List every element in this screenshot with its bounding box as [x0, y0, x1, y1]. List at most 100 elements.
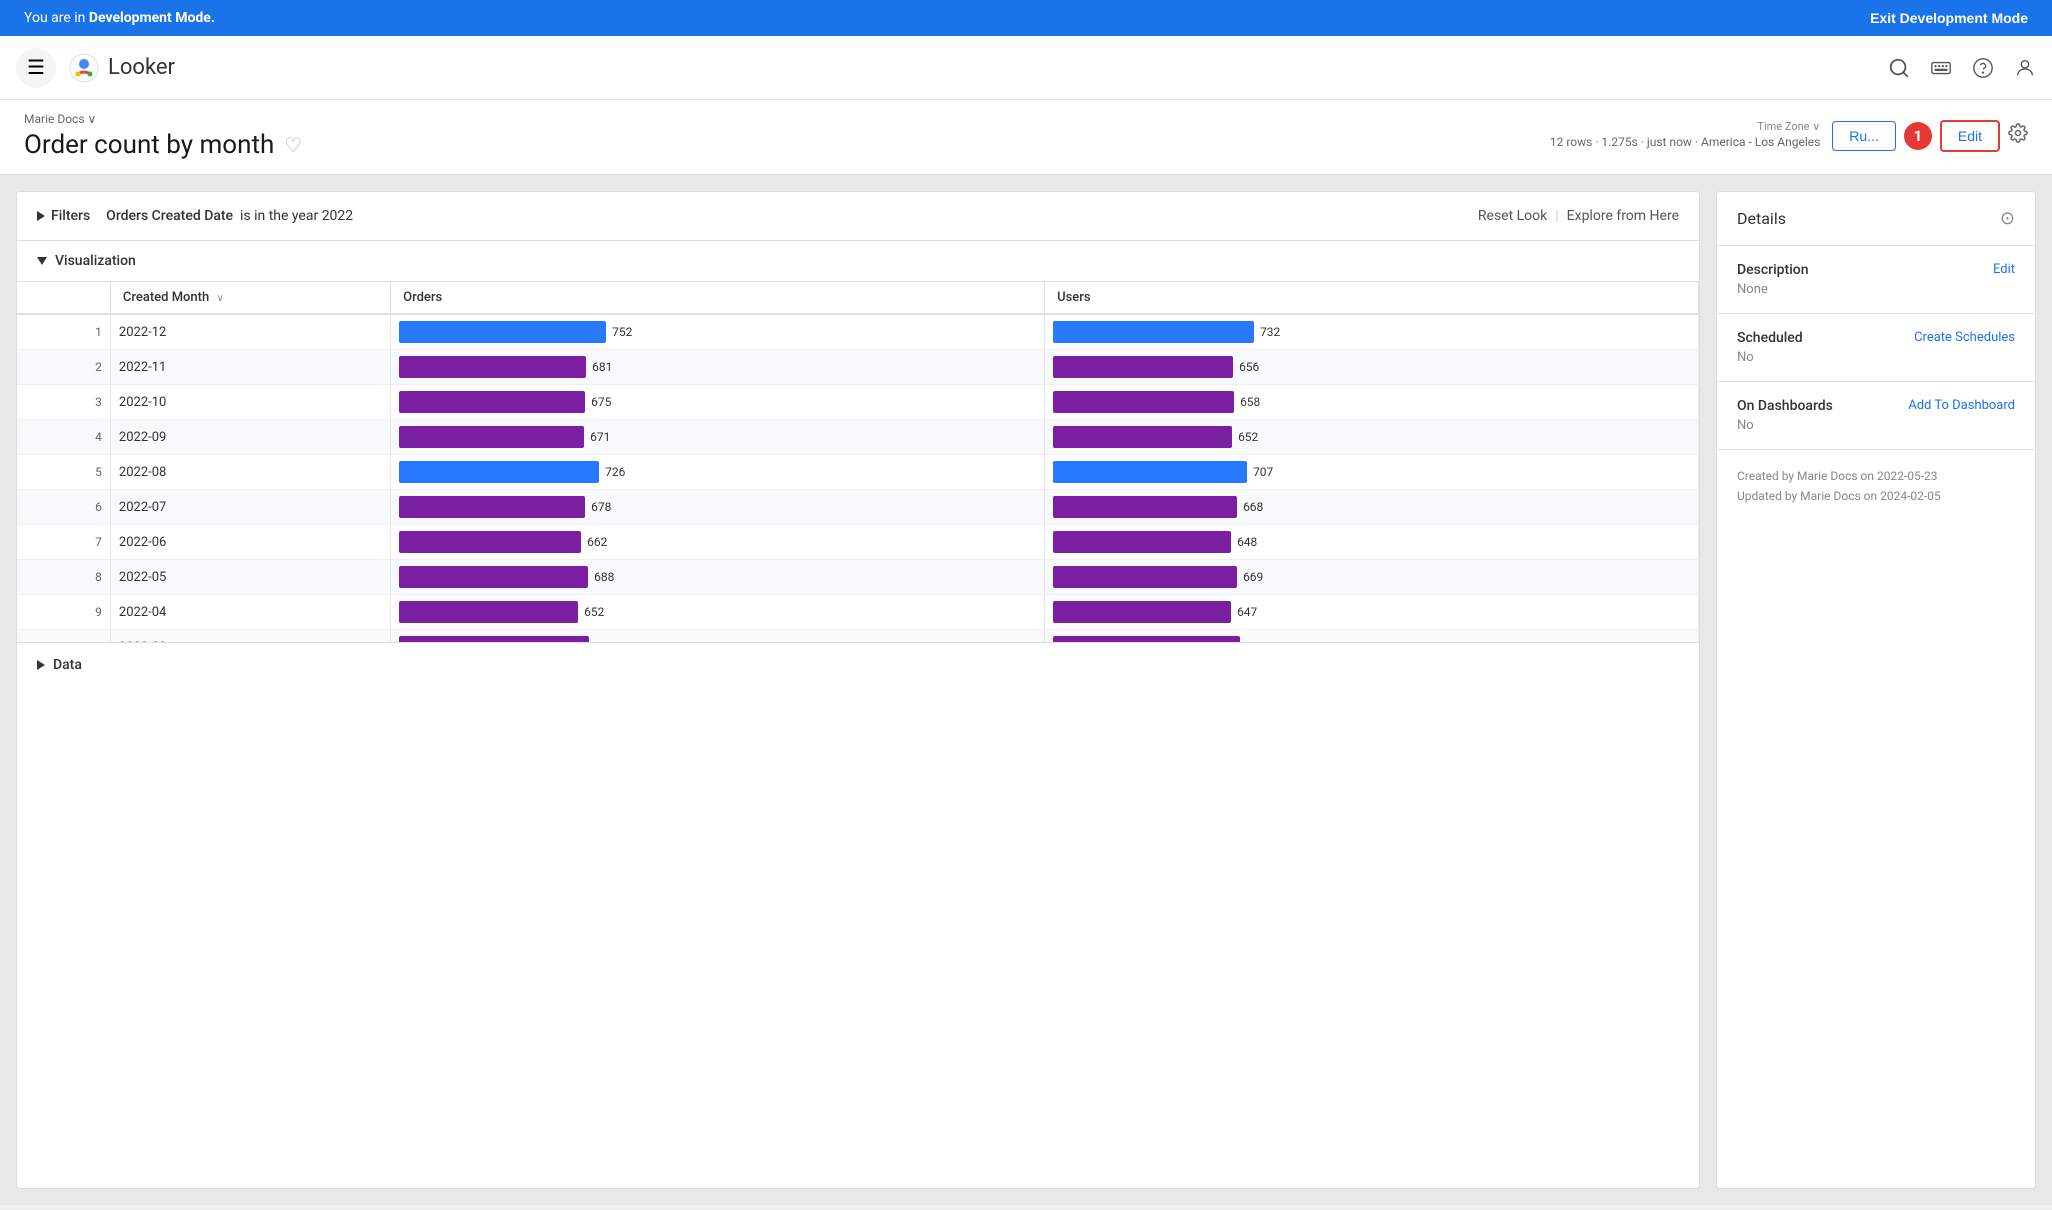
keyboard-button[interactable] — [1930, 57, 1952, 79]
cell-row-num: 3 — [17, 385, 110, 420]
panel-details-header: Details ⊙ — [1717, 192, 2035, 246]
cell-users: 707 — [1045, 455, 1699, 490]
cell-orders: 671 — [391, 420, 1045, 455]
table-row: 42022-09671652 — [17, 420, 1699, 455]
help-button[interactable] — [1972, 57, 1994, 79]
cell-row-num: 5 — [17, 455, 110, 490]
visualization-table-scroll[interactable]: Created Month ∨ Orders Users 12022-12752… — [17, 282, 1699, 642]
dashboards-value: No — [1737, 418, 2015, 433]
data-collapse-icon — [37, 660, 45, 670]
updated-text: Updated by Marie Docs on 2024-02-05 — [1737, 486, 2015, 506]
step-badge: 1 — [1904, 122, 1932, 150]
nav-left: ☰ Looker — [16, 48, 1888, 88]
description-edit-link[interactable]: Edit — [1993, 262, 2015, 277]
filters-toggle[interactable]: Filters — [37, 208, 90, 224]
panel-description-section: Description Edit None — [1717, 246, 2035, 314]
visualization-label: Visualization — [55, 253, 136, 269]
cell-created-month: 2022-04 — [110, 595, 390, 630]
data-section[interactable]: Data — [17, 642, 1699, 687]
cell-created-month: 2022-11 — [110, 350, 390, 385]
dev-banner-message: You are in Development Mode. — [24, 10, 215, 26]
header-actions: Ru... 1 Edit — [1832, 120, 2028, 152]
cell-users: 679 — [1045, 630, 1699, 643]
table-row: 12022-12752732 — [17, 314, 1699, 350]
cell-created-month: 2022-12 — [110, 314, 390, 350]
looker-logo: Looker — [68, 52, 175, 84]
filters-row: Filters Orders Created Date is in the ye… — [17, 192, 1699, 241]
exit-dev-mode-button[interactable]: Exit Development Mode — [1870, 10, 2028, 26]
filter-actions: Reset Look | Explore from Here — [1478, 208, 1679, 224]
page-title: Order count by month — [24, 130, 274, 160]
breadcrumb[interactable]: Marie Docs ∨ — [24, 112, 302, 126]
account-button[interactable] — [2014, 57, 2036, 79]
cell-row-num: 4 — [17, 420, 110, 455]
account-icon — [2014, 57, 2036, 79]
add-to-dashboard-link[interactable]: Add To Dashboard — [1908, 398, 2015, 413]
th-orders: Orders — [391, 282, 1045, 314]
cell-created-month: 2022-06 — [110, 525, 390, 560]
reset-look-link[interactable]: Reset Look — [1478, 208, 1547, 224]
filter-description: Orders Created Date is in the year 2022 — [106, 208, 1462, 224]
edit-button[interactable]: Edit — [1940, 120, 2000, 152]
filters-collapse-icon — [37, 211, 45, 221]
search-button[interactable] — [1888, 57, 1910, 79]
table-header: Created Month ∨ Orders Users — [17, 282, 1699, 314]
run-button[interactable]: Ru... — [1832, 121, 1896, 151]
cell-row-num: 9 — [17, 595, 110, 630]
cell-users: 668 — [1045, 490, 1699, 525]
left-panel: Filters Orders Created Date is in the ye… — [16, 191, 1700, 1189]
hamburger-menu-button[interactable]: ☰ — [16, 48, 56, 88]
help-icon — [1972, 57, 1994, 79]
keyboard-icon — [1930, 57, 1952, 79]
panel-dashboards-section: On Dashboards Add To Dashboard No — [1717, 382, 2035, 450]
table-row: 62022-07678668 — [17, 490, 1699, 525]
looker-logo-icon — [68, 52, 100, 84]
cell-row-num: 7 — [17, 525, 110, 560]
favorite-icon[interactable]: ♡ — [284, 133, 302, 157]
description-title: Description — [1737, 262, 1809, 278]
table-body: 12022-1275273222022-1168165632022-106756… — [17, 314, 1699, 642]
dashboards-title: On Dashboards — [1737, 398, 1833, 414]
cell-created-month: 2022-09 — [110, 420, 390, 455]
cell-orders: 752 — [391, 314, 1045, 350]
cell-created-month: 2022-10 — [110, 385, 390, 420]
table-row: 72022-06662648 — [17, 525, 1699, 560]
create-schedules-link[interactable]: Create Schedules — [1914, 330, 2015, 345]
panel-arrow-icon[interactable]: ⊙ — [2000, 208, 2015, 229]
visualization-collapse-icon — [37, 257, 47, 265]
explore-from-here-link[interactable]: Explore from Here — [1567, 208, 1679, 224]
data-label: Data — [53, 657, 82, 673]
cell-orders: 662 — [391, 525, 1045, 560]
top-nav: ☰ Looker — [0, 36, 2052, 100]
cell-created-month: 2022-07 — [110, 490, 390, 525]
cell-created-month: 2022-03 — [110, 630, 390, 643]
visualization-header[interactable]: Visualization — [17, 241, 1699, 282]
th-created-month[interactable]: Created Month ∨ — [110, 282, 390, 314]
th-row-num — [17, 282, 110, 314]
table-row: 52022-08726707 — [17, 455, 1699, 490]
created-text: Created by Marie Docs on 2022-05-23 — [1737, 466, 2015, 486]
dev-banner: You are in Development Mode. Exit Develo… — [0, 0, 2052, 36]
cell-orders: 652 — [391, 595, 1045, 630]
sort-icon: ∨ — [216, 293, 223, 304]
timezone-label: Time Zone ∨ — [1550, 120, 1820, 133]
meta-info: 12 rows · 1.275s · just now · America - … — [1550, 133, 1820, 152]
visualization-table: Created Month ∨ Orders Users 12022-12752… — [17, 282, 1699, 642]
page-title-row: Order count by month ♡ — [24, 130, 302, 160]
details-label: Details — [1737, 209, 1786, 228]
cell-users: 656 — [1045, 350, 1699, 385]
main-content: Filters Orders Created Date is in the ye… — [0, 175, 2052, 1205]
settings-button[interactable] — [2008, 123, 2028, 149]
cell-row-num: 2 — [17, 350, 110, 385]
filters-label: Filters — [51, 208, 90, 224]
cell-users: 647 — [1045, 595, 1699, 630]
table-row: 102022-03692679 — [17, 630, 1699, 643]
header-right: Time Zone ∨ 12 rows · 1.275s · just now … — [1550, 120, 2028, 152]
cell-orders: 688 — [391, 560, 1045, 595]
panel-scheduled-section: Scheduled Create Schedules No — [1717, 314, 2035, 382]
cell-users: 669 — [1045, 560, 1699, 595]
nav-right — [1888, 57, 2036, 79]
cell-orders: 692 — [391, 630, 1045, 643]
table-row: 32022-10675658 — [17, 385, 1699, 420]
cell-orders: 675 — [391, 385, 1045, 420]
